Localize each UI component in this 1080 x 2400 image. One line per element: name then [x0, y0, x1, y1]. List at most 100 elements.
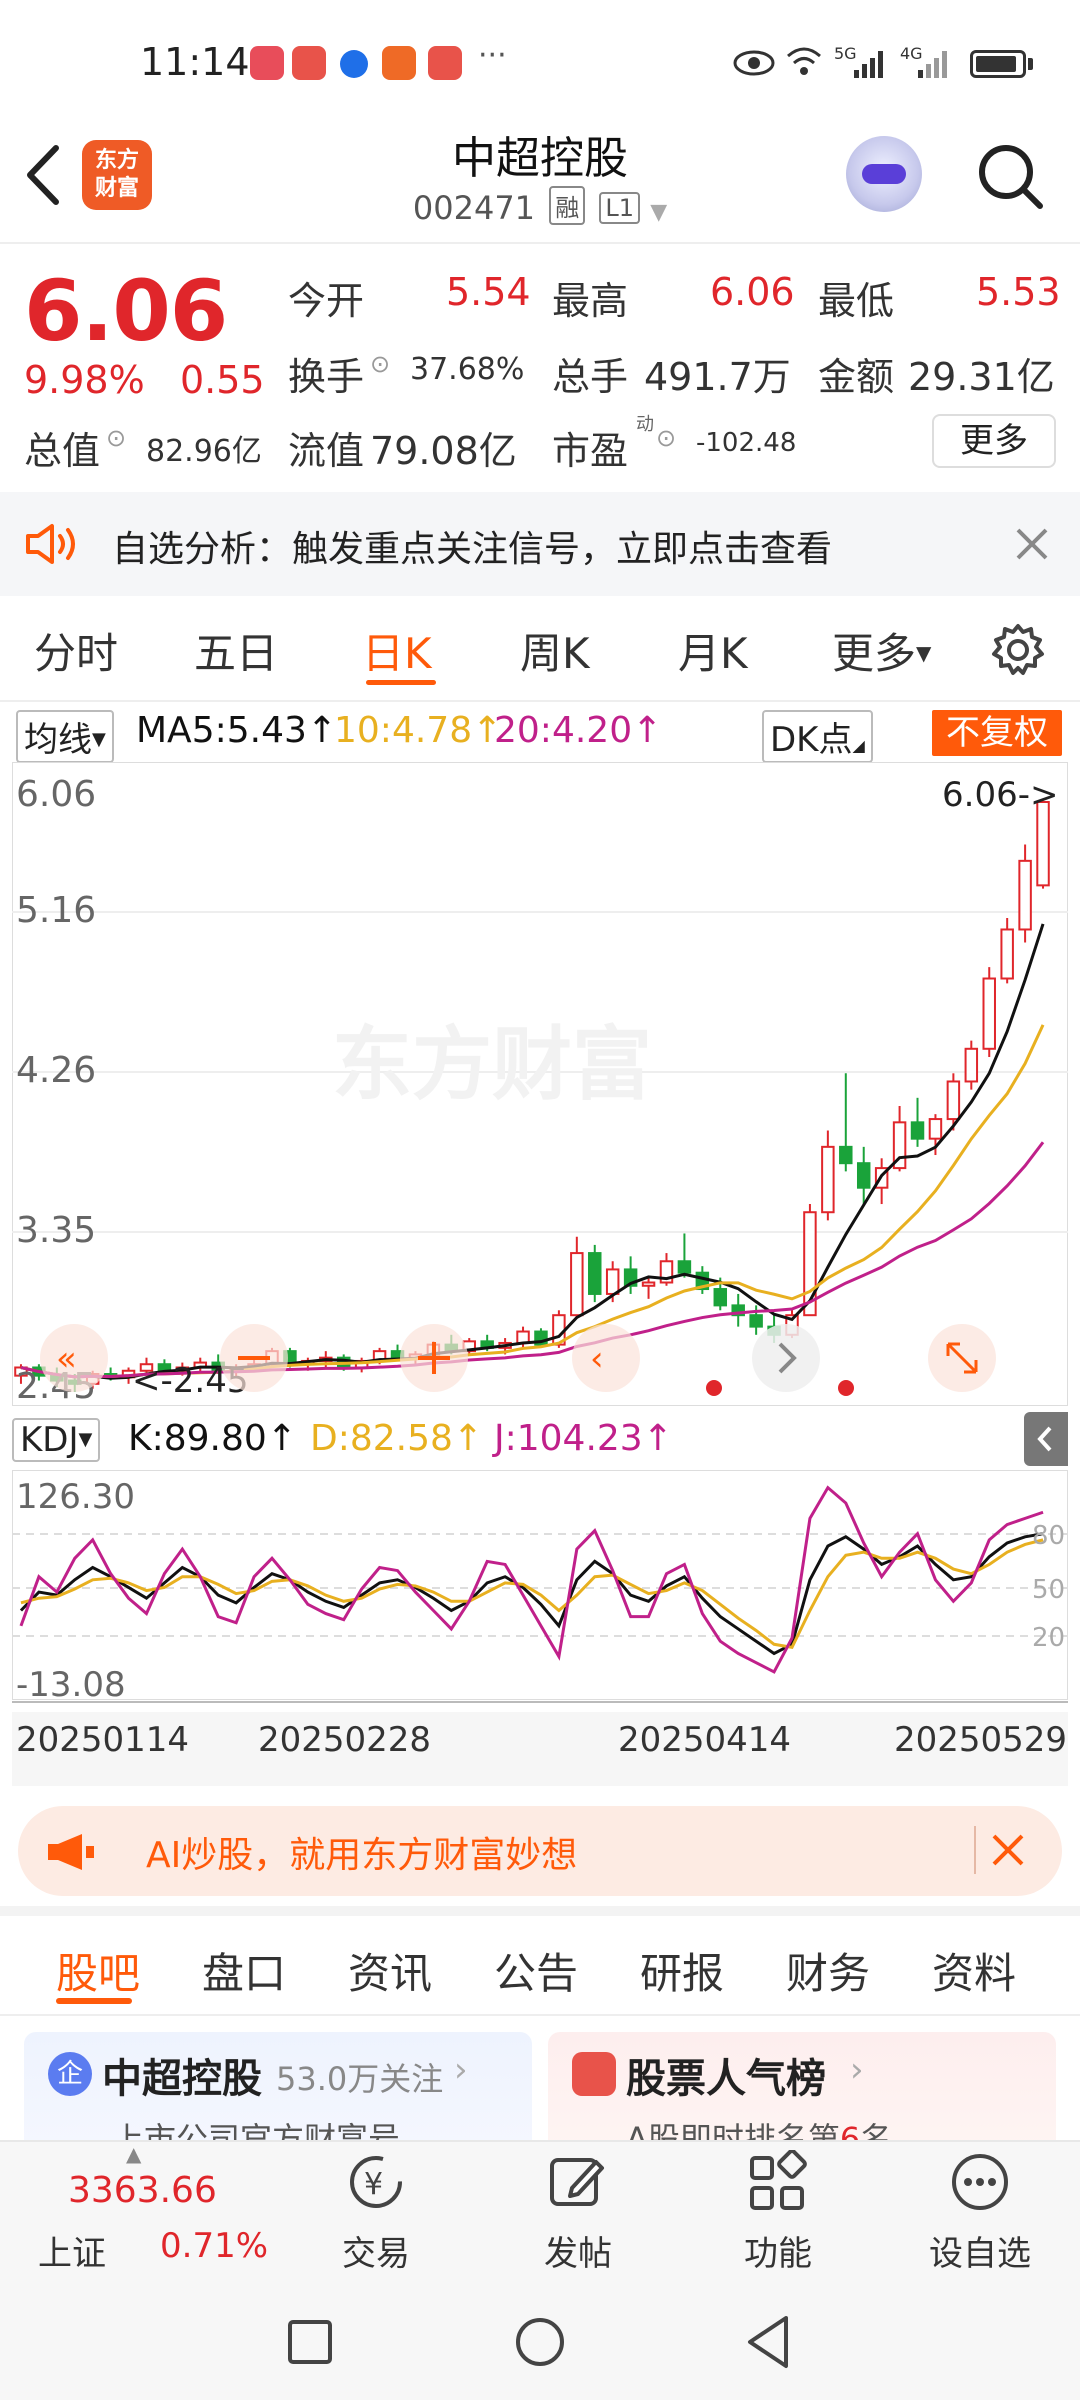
company-card-title: 中超控股 [102, 2056, 262, 2102]
nav-function[interactable]: 功能 [708, 2226, 848, 2275]
margin-tag: 融 [549, 186, 586, 225]
battery-tip [1028, 58, 1033, 70]
tab-finance[interactable]: 财务 [786, 1940, 870, 2001]
chart-watermark: 东方财富 [332, 1020, 652, 1109]
function-grid-icon[interactable] [746, 2150, 810, 2214]
volume-label: 总手 [552, 355, 629, 399]
more-notifications-icon: ··· [478, 38, 507, 73]
index-value[interactable]: 3363.66 [68, 2170, 217, 2211]
nav-trade[interactable]: 交易 [306, 2226, 446, 2275]
tab-guba[interactable]: 股吧 [56, 1940, 140, 2001]
candle-body [749, 1314, 763, 1328]
collapse-panel-button[interactable] [1024, 1412, 1068, 1466]
candle-body [856, 1162, 871, 1189]
chevron-left-icon [1037, 1426, 1052, 1452]
ai-promo-text: AI炒股，就用东方财富妙想 [146, 1835, 578, 1876]
open-label: 今开 [288, 279, 365, 323]
close-icon[interactable] [1014, 526, 1050, 562]
dk-point-selector[interactable]: DK点◢ [762, 710, 873, 763]
divider [0, 700, 1080, 702]
signal-icon [918, 51, 947, 78]
kdj-selector[interactable]: KDJ▼ [12, 1418, 101, 1462]
ma5-value: MA5:5.43↑ [136, 710, 338, 751]
tab-five-day[interactable]: 五日 [194, 620, 278, 681]
recent-apps-icon[interactable] [286, 2318, 334, 2366]
tab-announcements[interactable]: 公告 [494, 1940, 578, 2001]
tab-monthly-k[interactable]: 月K [678, 620, 748, 681]
tab-weekly-k[interactable]: 周K [520, 620, 590, 681]
tab-research[interactable]: 研报 [640, 1940, 724, 2001]
svg-text:¥: ¥ [364, 2167, 383, 2202]
arrow-left-icon: ‹ [590, 1339, 604, 1379]
back-triangle-icon[interactable] [744, 2314, 792, 2370]
scroll-start-button[interactable] [572, 1324, 640, 1392]
status-time: 11:14 [140, 40, 250, 84]
eye-icon [733, 50, 775, 76]
current-price: 6.06 [24, 262, 228, 360]
dropdown-triangle-icon: ▼ [78, 1429, 93, 1450]
indicator-selector[interactable]: 均线▼ [16, 710, 114, 763]
candle-body [713, 1288, 728, 1307]
close-icon[interactable] [990, 1832, 1026, 1868]
corner-triangle-icon: ◢ [852, 736, 865, 755]
search-icon[interactable] [972, 138, 1048, 214]
active-tab-indicator [366, 680, 436, 685]
high-value: 6.06 [710, 270, 795, 314]
signal-dot [838, 1380, 854, 1396]
status-bar: 11:14 ··· 5G 4G [0, 0, 1080, 130]
tab-daily-k[interactable]: 日K [362, 620, 432, 681]
chevron-right-icon: › [850, 2050, 864, 2090]
kdj-y-bottom: -13.08 [16, 1665, 126, 1700]
ma10-value: 10:4.78↑ [334, 710, 503, 751]
kdj-chart[interactable]: 126.30 -13.08 80 50 20 [12, 1470, 1068, 1700]
speaker-icon [26, 524, 75, 564]
date-label: 20250414 [618, 1720, 792, 1760]
low-value: 5.53 [976, 270, 1061, 314]
info-icon[interactable]: ⊙ [106, 424, 126, 452]
gear-icon[interactable] [990, 622, 1046, 678]
more-button[interactable]: 更多 [932, 414, 1056, 468]
tab-profile[interactable]: 资料 [932, 1940, 1016, 2001]
turnover-value: 37.68% [410, 352, 525, 387]
edit-post-icon[interactable] [546, 2152, 610, 2212]
tab-more[interactable]: 更多▼ [832, 620, 931, 681]
level-tag: L1 [599, 192, 641, 224]
back-arrow-icon[interactable] [20, 140, 70, 210]
signal-dot [706, 1380, 722, 1396]
y-label: 5.16 [16, 890, 96, 931]
candle-body [964, 1047, 979, 1083]
kdj-j-value: J:104.23↑ [494, 1418, 673, 1459]
no-adjust-button[interactable]: 不复权 [932, 710, 1062, 756]
trade-yen-icon[interactable]: ¥ [344, 2152, 408, 2212]
date-label: 20250529 [894, 1720, 1068, 1760]
info-icon[interactable]: ⊙ [656, 424, 676, 452]
tab-pankou[interactable]: 盘口 [202, 1940, 286, 2001]
candle-body [605, 1268, 620, 1295]
kline-chart[interactable]: 东方财富 6.06 5.16 4.26 3.35 2.45 6.06-> <-2… [12, 762, 1068, 1406]
candle-body [910, 1121, 925, 1140]
huawei-notification-icon [292, 46, 326, 80]
pe-label: 市盈 [552, 429, 629, 473]
stock-name: 中超控股 [452, 133, 628, 184]
scroll-right-button[interactable] [752, 1324, 820, 1392]
ai-assistant-avatar[interactable] [846, 136, 922, 212]
nav-post[interactable]: 发帖 [508, 2226, 648, 2275]
turnover-label: 换手 [288, 355, 365, 399]
kdj-level-80: 80 [1032, 1521, 1065, 1551]
stock-code-row[interactable]: 002471 融 L1 ▼ [300, 186, 780, 227]
divider [0, 2014, 1080, 2016]
info-icon[interactable]: ⊙ [370, 350, 390, 378]
low-label: 最低 [818, 279, 895, 323]
total-mv-label: 总值 [24, 429, 101, 473]
home-icon[interactable] [514, 2316, 566, 2368]
y-label: 3.35 [16, 1210, 96, 1251]
tab-news[interactable]: 资讯 [348, 1940, 432, 2001]
logo-text: 东方 [94, 148, 139, 173]
battery-icon [970, 50, 1026, 78]
nav-add-watchlist[interactable]: 设自选 [910, 2226, 1050, 2275]
logo-text: 财富 [94, 176, 139, 201]
tab-intraday[interactable]: 分时 [34, 620, 118, 681]
index-change: 0.71% [160, 2226, 269, 2266]
add-watchlist-icon[interactable] [948, 2150, 1012, 2214]
kdj-level-50: 50 [1032, 1575, 1065, 1605]
